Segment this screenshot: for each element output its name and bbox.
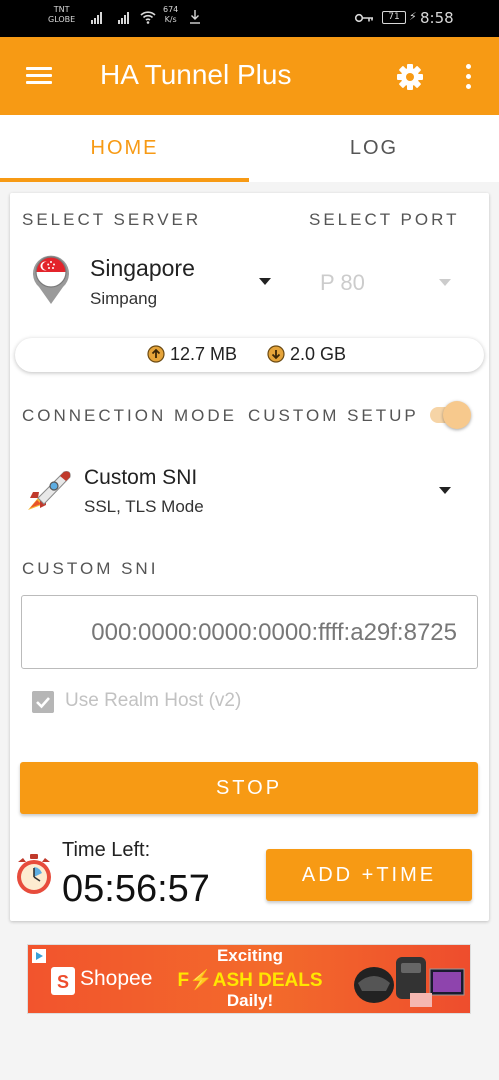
clock: 8:58: [420, 9, 454, 27]
home-card: SELECT SERVER SELECT PORT Singapore Simp…: [10, 193, 489, 921]
custom-sni-value: 000:0000:0000:0000:ffff:a29f:8725: [91, 619, 457, 646]
signal-icon: [91, 12, 102, 24]
time-left-value: 05:56:57: [62, 868, 210, 910]
tab-log[interactable]: LOG: [249, 115, 499, 182]
ad-line-1: Exciting: [216, 946, 284, 965]
shopee-bag-icon: S: [51, 967, 75, 995]
upload-arrow-icon: [147, 345, 165, 363]
wifi-icon: [140, 11, 156, 24]
port-value: P 80: [320, 270, 365, 295]
port-dropdown-icon: [439, 279, 451, 286]
time-left-label: Time Left:: [62, 839, 151, 861]
download-amount: 2.0 GB: [290, 344, 347, 364]
ad-brand: Shopee: [80, 967, 153, 990]
mode-description: SSL, TLS Mode: [84, 497, 204, 516]
checkbox-checked-icon: [32, 691, 54, 713]
custom-sni-input[interactable]: 000:0000:0000:0000:ffff:a29f:8725: [21, 595, 478, 669]
app-title: HA Tunnel Plus: [100, 59, 292, 90]
download-icon: [190, 10, 200, 24]
connection-mode-label: CONNECTION MODE: [22, 406, 237, 425]
server-name: Singapore: [90, 255, 195, 281]
download-arrow-icon: [267, 345, 285, 363]
server-dropdown-icon: [259, 278, 271, 285]
mode-dropdown-icon: [439, 487, 451, 494]
status-bar: TNT GLOBE 674 K/s 71 ⚡ 8:58: [0, 0, 499, 37]
ad-line-2: F⚡ASH DEALS: [177, 970, 323, 991]
vpn-key-icon: [354, 13, 373, 23]
select-port-label: SELECT PORT: [309, 210, 460, 229]
speed-unit: K/s: [164, 15, 177, 24]
upload-amount: 12.7 MB: [170, 344, 238, 364]
app-bar: HA Tunnel Plus: [0, 37, 499, 115]
singapore-flag-pin-icon: [33, 255, 69, 304]
data-usage-bar: [15, 338, 484, 372]
mode-name: Custom SNI: [84, 466, 198, 489]
tab-home[interactable]: HOME: [0, 115, 249, 182]
server-location: Simpang: [90, 289, 158, 308]
rocket-icon: [28, 471, 71, 510]
network-speed: 674 K/s: [163, 5, 178, 25]
battery-level: 71: [388, 12, 400, 22]
ad-line-3: Daily!: [226, 991, 274, 1010]
add-time-button[interactable]: ADD +TIME: [266, 849, 472, 901]
signal-icon-2: [118, 12, 129, 24]
tab-bar: HOME LOG: [0, 115, 499, 182]
adchoices-icon[interactable]: [32, 949, 46, 963]
speed-value: 674: [163, 5, 179, 14]
stopwatch-icon: [17, 854, 51, 894]
toggle-knob: [443, 401, 471, 429]
carrier-line-2: GLOBE: [48, 15, 76, 24]
carrier-label: TNT GLOBE: [48, 5, 75, 25]
stop-button[interactable]: STOP: [20, 762, 478, 814]
ad-banner[interactable]: S Shopee Exciting F⚡ASH DEALS Daily!: [27, 944, 471, 1014]
more-options-icon[interactable]: [462, 64, 474, 90]
charging-icon: ⚡: [409, 10, 417, 23]
custom-setup-label: CUSTOM SETUP: [248, 406, 419, 425]
carrier-line-1: TNT: [53, 5, 70, 14]
hamburger-menu-icon[interactable]: [26, 67, 52, 85]
select-server-label: SELECT SERVER: [22, 210, 202, 229]
use-realm-host-label: Use Realm Host (v2): [65, 690, 242, 711]
active-tab-indicator: [0, 178, 249, 182]
battery-icon: 71: [382, 11, 406, 24]
ad-products-image: [354, 957, 465, 1007]
settings-gear-icon[interactable]: [396, 63, 424, 91]
custom-sni-label: CUSTOM SNI: [22, 559, 159, 578]
